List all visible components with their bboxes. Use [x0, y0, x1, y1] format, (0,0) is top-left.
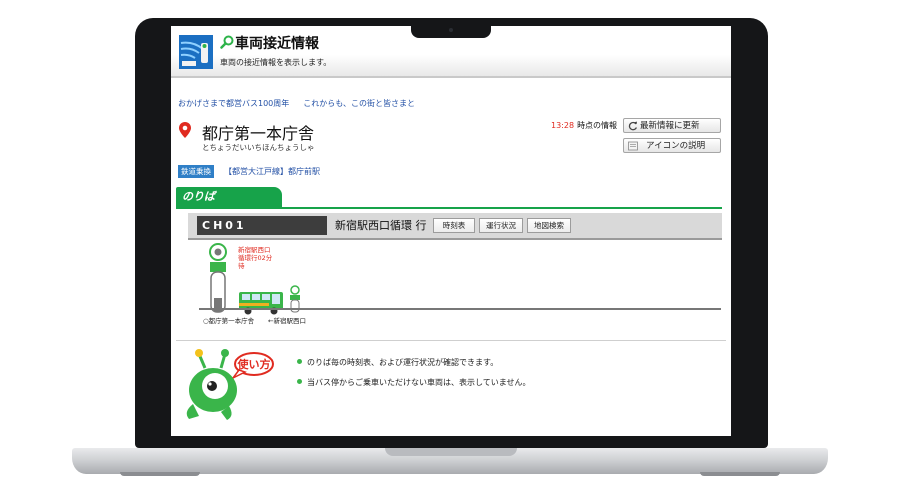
rail-transfer-link[interactable]: 【都営大江戸線】都庁前駅 — [224, 166, 320, 177]
bus-stop-icon — [209, 243, 227, 313]
header-divider — [171, 76, 731, 78]
icon-help-button[interactable]: アイコンの説明 — [623, 138, 721, 153]
camera-icon — [449, 28, 453, 32]
info-timestamp: 13:28 時点の情報 — [551, 120, 617, 131]
location-pin-icon — [179, 122, 191, 138]
refresh-button-label: 最新情報に更新 — [640, 121, 700, 131]
tab-underline — [176, 207, 722, 209]
laptop-foot-right — [700, 472, 780, 476]
help-item: 当バス停からご乗車いただけない車両は、表示していません。 — [297, 377, 531, 388]
icon-help-button-label: アイコンの説明 — [646, 141, 706, 151]
info-icon — [628, 141, 638, 151]
help-item: のりば毎の時刻表、および運行状況が確認できます。 — [297, 357, 531, 368]
logo-icon — [179, 35, 213, 69]
next-stop-label: ←新宿駅西口 — [268, 317, 306, 325]
usage-badge: 使い方 — [237, 357, 271, 371]
refresh-icon — [628, 121, 637, 131]
stop-name: 都庁第一本庁舎 — [202, 124, 315, 143]
help-divider — [176, 340, 726, 341]
service-status-button[interactable]: 運行状況 — [479, 218, 523, 233]
laptop-groove — [385, 448, 517, 456]
help-list: のりば毎の時刻表、および運行状況が確認できます。 当バス停からご乗車いただけない… — [297, 357, 531, 397]
route-track — [199, 308, 721, 310]
promo-links: おかげさまで都営バス100周年 これからも、この街と皆さまと — [178, 98, 415, 109]
route-destination: 新宿駅西口循環 行 — [335, 219, 427, 232]
refresh-button[interactable]: 最新情報に更新 — [623, 118, 721, 133]
timetable-button[interactable]: 時刻表 — [433, 218, 475, 233]
arrival-line-3: 待 — [238, 262, 245, 270]
page-subtitle: 車両の接近情報を表示します。 — [220, 58, 332, 67]
route-code: CH01 — [197, 216, 327, 235]
web-page: 車両接近情報 車両の接近情報を表示します。 おかげさまで都営バス100周年 これか… — [171, 26, 731, 436]
arrival-line-2: 循環行02分 — [238, 254, 273, 262]
arrival-label: 新宿駅西口 循環行02分 待 — [238, 246, 272, 270]
promo-link-centennial[interactable]: おかげさまで都営バス100周年 — [178, 99, 289, 108]
current-stop-label: ○都庁第一本庁舎 — [203, 317, 255, 325]
page-title: 車両接近情報 — [235, 36, 319, 52]
info-time-suffix: 時点の情報 — [577, 121, 618, 130]
search-icon — [220, 35, 234, 49]
rail-transfer-badge: 鉄道乗換 — [178, 165, 214, 178]
map-search-button[interactable]: 地図検索 — [527, 218, 571, 233]
stop-kana: とちょうだいいちほんちょうしゃ — [202, 143, 315, 152]
arrival-line-1: 新宿駅西口 — [238, 246, 271, 254]
route-header-divider — [188, 238, 722, 240]
bus-icon — [239, 292, 283, 315]
laptop-screen: 車両接近情報 車両の接近情報を表示します。 おかげさまで都営バス100周年 これか… — [171, 26, 731, 436]
mascot-icon: 使い方 — [186, 349, 274, 420]
tab-platform[interactable]: のりば — [176, 187, 282, 207]
info-time: 13:28 — [551, 121, 575, 130]
promo-link-city[interactable]: これからも、この街と皆さまと — [303, 99, 415, 108]
laptop-foot-left — [120, 472, 200, 476]
